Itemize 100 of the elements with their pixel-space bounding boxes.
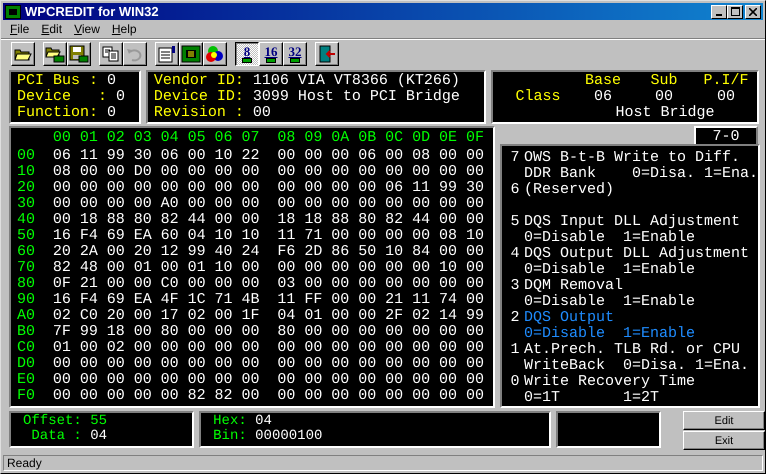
- hex-cell[interactable]: 2D: [304, 244, 332, 260]
- hex-cell[interactable]: 11: [412, 292, 440, 308]
- action-button[interactable]: Exit: [682, 431, 765, 450]
- hex-cell[interactable]: 00: [106, 244, 134, 260]
- hex-cell[interactable]: 00: [466, 276, 493, 292]
- hex-cell[interactable]: 00: [412, 164, 440, 180]
- hex-cell[interactable]: 00: [358, 356, 386, 372]
- hex-cell[interactable]: 10: [439, 260, 466, 276]
- hex-cell[interactable]: 04: [188, 228, 215, 244]
- hex-cell[interactable]: 12: [160, 244, 188, 260]
- hex-cell[interactable]: 00: [385, 228, 412, 244]
- hex-cell[interactable]: 00: [439, 388, 466, 404]
- hex-cell[interactable]: 48: [80, 260, 107, 276]
- hex-cell[interactable]: 00: [188, 196, 215, 212]
- toolbar-button[interactable]: [67, 42, 91, 66]
- hex-cell[interactable]: 00: [214, 212, 242, 228]
- toolbar-button[interactable]: [99, 42, 123, 66]
- hex-cell[interactable]: 00: [466, 164, 493, 180]
- hex-cell[interactable]: F4: [80, 292, 107, 308]
- hex-cell[interactable]: 82: [52, 260, 80, 276]
- hex-cell[interactable]: 00: [412, 260, 440, 276]
- hex-cell[interactable]: 08: [52, 164, 80, 180]
- hex-cell[interactable]: 00: [358, 180, 386, 196]
- hex-cell[interactable]: 00: [214, 164, 242, 180]
- hex-cell[interactable]: 00: [358, 388, 386, 404]
- hex-cell[interactable]: 80: [160, 324, 188, 340]
- hex-cell[interactable]: 50: [358, 244, 386, 260]
- hex-cell[interactable]: 00: [331, 260, 358, 276]
- hex-cell[interactable]: 00: [188, 180, 215, 196]
- hex-cell[interactable]: 69: [106, 292, 134, 308]
- hex-cell[interactable]: 00: [439, 164, 466, 180]
- hex-cell[interactable]: 00: [214, 180, 242, 196]
- hex-cell[interactable]: 00: [241, 340, 268, 356]
- bit-description[interactable]: Write Recovery Time: [524, 374, 696, 390]
- hex-cell[interactable]: 06: [52, 148, 80, 164]
- hex-cell[interactable]: 00: [241, 180, 268, 196]
- hex-cell[interactable]: 11: [277, 292, 304, 308]
- hex-cell[interactable]: 4B: [241, 292, 268, 308]
- menu-item[interactable]: File: [4, 22, 36, 36]
- hex-cell[interactable]: 00: [134, 180, 161, 196]
- hex-cell[interactable]: 24: [241, 244, 268, 260]
- hex-cell[interactable]: 00: [439, 372, 466, 388]
- hex-cell[interactable]: 00: [439, 212, 466, 228]
- hex-cell[interactable]: 00: [52, 372, 80, 388]
- toolbar-button[interactable]: [179, 42, 203, 66]
- hex-cell[interactable]: 00: [277, 260, 304, 276]
- bit-description[interactable]: 0=Disable 1=Enable: [524, 294, 696, 310]
- hex-cell[interactable]: 99: [80, 324, 107, 340]
- hex-cell[interactable]: 00: [277, 388, 304, 404]
- hex-cell[interactable]: 00: [331, 148, 358, 164]
- hex-cell[interactable]: 00: [331, 196, 358, 212]
- toolbar-button[interactable]: [11, 42, 35, 66]
- hex-cell[interactable]: 00: [160, 340, 188, 356]
- hex-cell[interactable]: 1F: [241, 308, 268, 324]
- hex-cell[interactable]: 30: [134, 148, 161, 164]
- hex-cell[interactable]: 10: [214, 228, 242, 244]
- hex-cell[interactable]: 02: [52, 308, 80, 324]
- hex-cell[interactable]: 20: [134, 244, 161, 260]
- hex-cell[interactable]: 4F: [160, 292, 188, 308]
- hex-cell[interactable]: 00: [277, 340, 304, 356]
- hex-cell[interactable]: 00: [241, 164, 268, 180]
- hex-cell[interactable]: 00: [331, 180, 358, 196]
- hex-cell[interactable]: 99: [439, 180, 466, 196]
- bit-description[interactable]: DQS Input DLL Adjustment: [524, 214, 740, 230]
- toolbar-button[interactable]: [155, 42, 179, 66]
- hex-cell[interactable]: 00: [106, 180, 134, 196]
- action-button[interactable]: Edit: [682, 411, 765, 430]
- bit-description[interactable]: 0=1T 1=2T: [524, 390, 696, 406]
- menu-item[interactable]: Help: [106, 22, 143, 36]
- bit-description[interactable]: DQM Removal: [524, 278, 696, 294]
- hex-cell[interactable]: 10: [214, 260, 242, 276]
- hex-cell[interactable]: 00: [52, 356, 80, 372]
- bus-width-button[interactable]: 32: [283, 42, 307, 66]
- hex-cell[interactable]: 02: [188, 308, 215, 324]
- hex-cell[interactable]: 99: [188, 244, 215, 260]
- hex-cell[interactable]: 71: [304, 228, 332, 244]
- hex-cell[interactable]: 00: [412, 340, 440, 356]
- hex-cell[interactable]: 02: [412, 308, 440, 324]
- hex-cell[interactable]: 00: [160, 164, 188, 180]
- hex-cell[interactable]: EA: [134, 292, 161, 308]
- hex-cell[interactable]: 00: [160, 260, 188, 276]
- hex-cell[interactable]: 02: [106, 340, 134, 356]
- bit-range-tab[interactable]: 7-0: [694, 126, 758, 144]
- hex-cell[interactable]: 00: [134, 372, 161, 388]
- hex-cell[interactable]: 00: [412, 196, 440, 212]
- hex-cell[interactable]: 21: [385, 292, 412, 308]
- hex-cell[interactable]: 69: [106, 228, 134, 244]
- hex-cell[interactable]: 00: [358, 324, 386, 340]
- hex-cell[interactable]: EA: [134, 228, 161, 244]
- hex-cell[interactable]: 00: [214, 372, 242, 388]
- hex-cell[interactable]: 00: [80, 388, 107, 404]
- hex-cell[interactable]: 21: [80, 276, 107, 292]
- hex-cell[interactable]: 00: [331, 324, 358, 340]
- hex-cell[interactable]: 00: [277, 148, 304, 164]
- hex-cell[interactable]: 08: [439, 228, 466, 244]
- hex-cell[interactable]: 00: [52, 212, 80, 228]
- hex-cell[interactable]: 00: [412, 324, 440, 340]
- hex-cell[interactable]: 44: [412, 212, 440, 228]
- hex-cell[interactable]: 00: [80, 164, 107, 180]
- hex-cell[interactable]: 01: [188, 260, 215, 276]
